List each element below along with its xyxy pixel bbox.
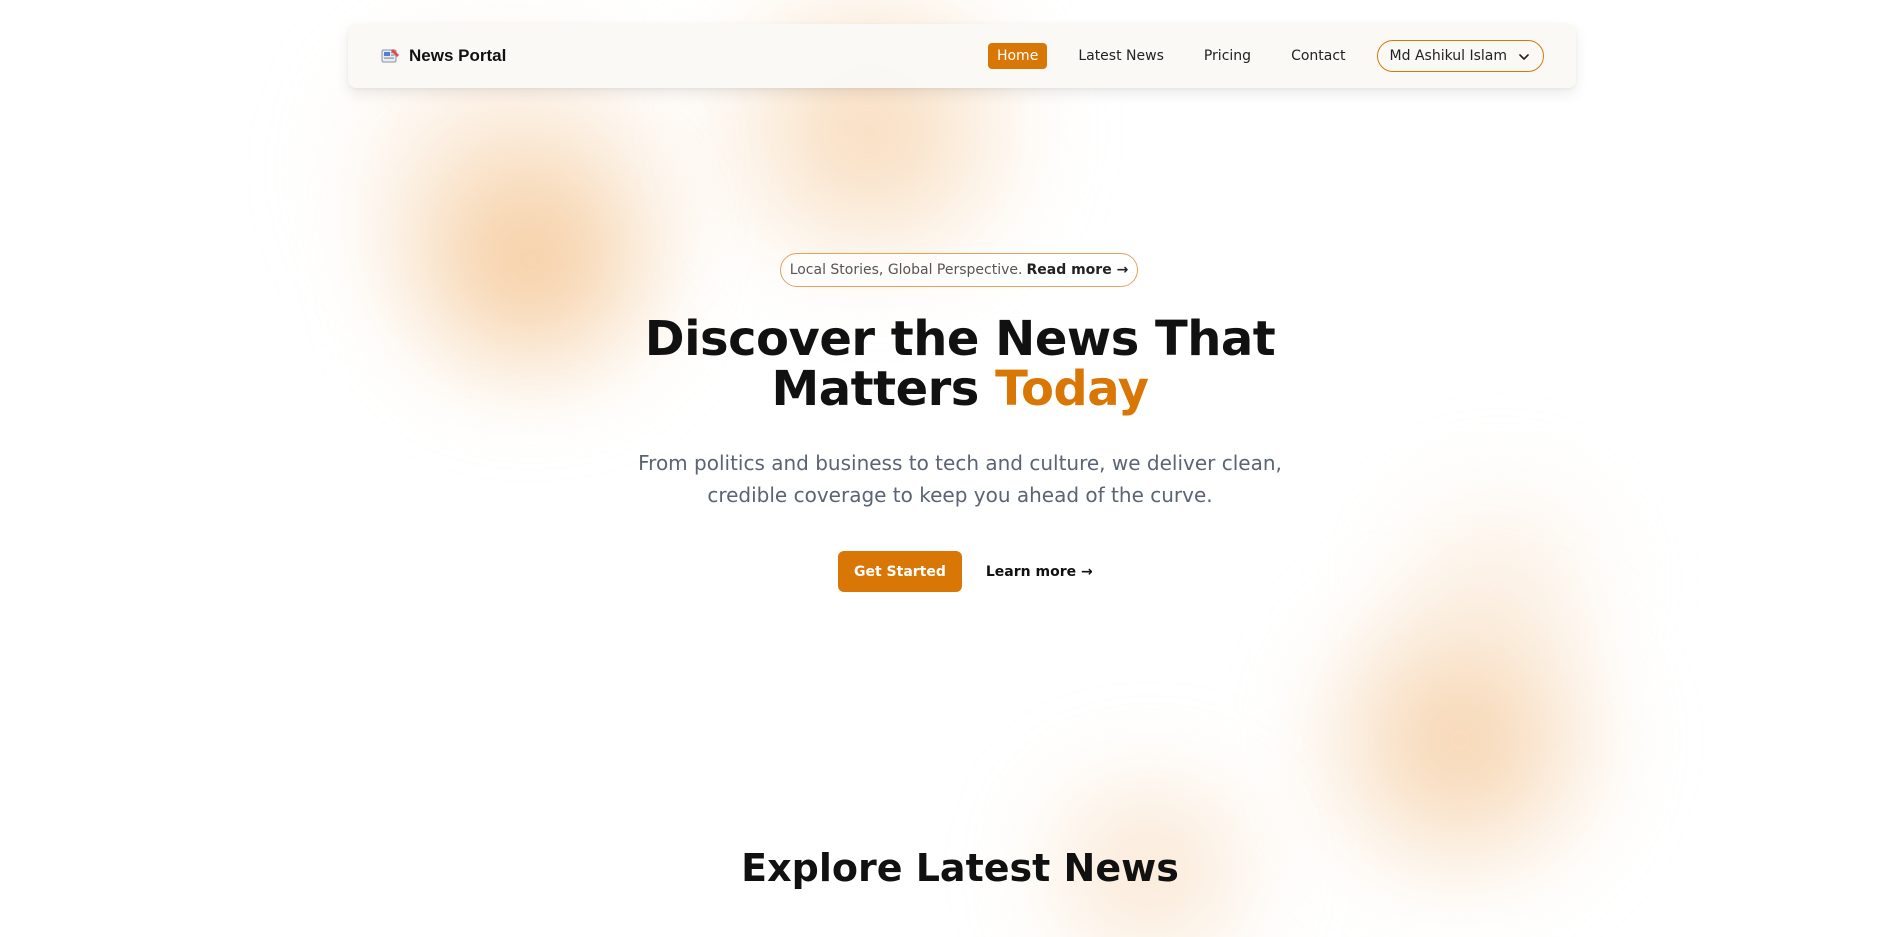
brand-name: News Portal: [409, 46, 507, 65]
background-glow: [1340, 470, 1660, 690]
hero-headline-text: Discover the News That Matters: [644, 311, 1276, 417]
chevron-down-icon: [1517, 49, 1531, 63]
user-name: Md Ashikul Islam: [1389, 48, 1507, 64]
nav-link-home[interactable]: Home: [987, 43, 1048, 69]
get-started-button[interactable]: Get Started: [838, 551, 962, 592]
nav-link-contact[interactable]: Contact: [1282, 43, 1354, 69]
cta-row: Get Started Learn more →: [838, 551, 1093, 592]
section-title: Explore Latest News: [741, 846, 1179, 890]
tagline-pill: Local Stories, Global Perspective. Read …: [780, 253, 1138, 287]
nav-link-latest-news[interactable]: Latest News: [1069, 43, 1173, 69]
hero-headline-highlight: Today: [995, 361, 1149, 417]
nav-links: Home Latest News Pricing Contact Md Ashi…: [987, 40, 1544, 72]
page: News Portal Home Latest News Pricing Con…: [0, 0, 1900, 937]
nav-link-pricing[interactable]: Pricing: [1195, 43, 1260, 69]
tagline-text: Local Stories, Global Perspective.: [789, 262, 1023, 278]
read-more-link[interactable]: Read more →: [1026, 262, 1128, 278]
learn-more-link[interactable]: Learn more →: [986, 564, 1093, 580]
hero-subtitle: From politics and business to tech and c…: [638, 451, 1282, 507]
newspaper-icon: [380, 47, 400, 65]
brand[interactable]: News Portal: [380, 46, 506, 66]
navbar: News Portal Home Latest News Pricing Con…: [348, 24, 1576, 88]
user-menu-button[interactable]: Md Ashikul Islam: [1376, 40, 1544, 72]
hero-headline: Discover the News That Matters Today: [560, 314, 1360, 414]
